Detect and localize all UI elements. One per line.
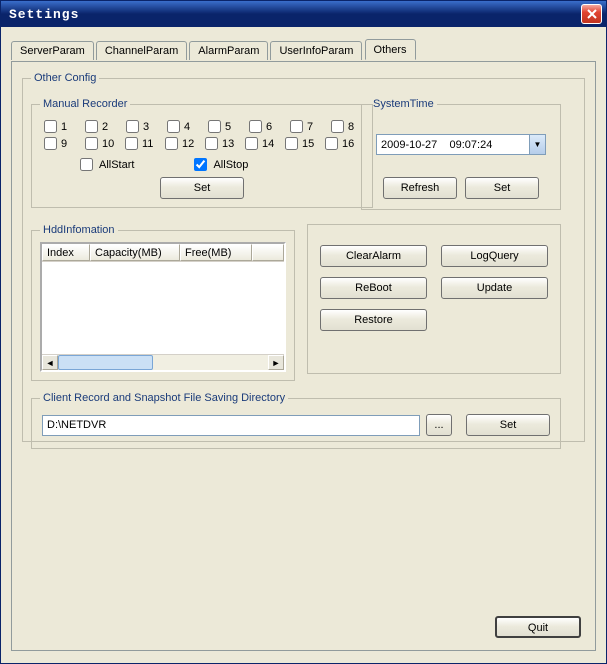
hdd-scrollbar[interactable]: ◄ ► (42, 354, 284, 370)
channel-5: 5 (208, 120, 241, 133)
legend-other-config: Other Config (31, 72, 99, 84)
hdd-col-blank (252, 244, 284, 261)
channel-15: 15 (285, 137, 317, 150)
channel-12: 12 (165, 137, 197, 150)
window-content: ServerParam ChannelParam AlarmParam User… (1, 27, 606, 663)
channel-10-checkbox[interactable] (85, 137, 98, 150)
hdd-col-index[interactable]: Index (42, 244, 90, 261)
allstop: AllStop (194, 158, 248, 171)
hdd-table: Index Capacity(MB) Free(MB) ◄ ► (40, 242, 286, 372)
tab-others[interactable]: Others (365, 39, 416, 60)
channel-1: 1 (44, 120, 77, 133)
group-actions: ClearAlarm LogQuery ReBoot Update Restor… (307, 224, 561, 374)
tab-channelparam[interactable]: ChannelParam (96, 41, 187, 60)
scroll-thumb[interactable] (58, 355, 153, 370)
scroll-track[interactable] (58, 355, 268, 370)
tab-userinfoparam[interactable]: UserInfoParam (270, 41, 362, 60)
browse-button[interactable]: ... (426, 414, 452, 436)
tab-page-others: Other Config Manual Recorder 1 2 3 4 5 6… (11, 61, 596, 651)
close-icon[interactable] (581, 4, 602, 24)
quit-button[interactable]: Quit (495, 616, 581, 638)
group-system-time: SystemTime ▼ Refresh Set (361, 98, 561, 210)
channel-14: 14 (245, 137, 277, 150)
channel-2-checkbox[interactable] (85, 120, 98, 133)
channel-9-checkbox[interactable] (44, 137, 57, 150)
group-hdd-info: HddInfomation Index Capacity(MB) Free(MB… (31, 224, 295, 381)
manual-set-button[interactable]: Set (160, 177, 244, 199)
channel-8-checkbox[interactable] (331, 120, 344, 133)
legend-manual-recorder: Manual Recorder (40, 98, 130, 110)
systime-set-button[interactable]: Set (465, 177, 539, 199)
save-dir-input[interactable] (42, 415, 420, 436)
channel-10: 10 (85, 137, 117, 150)
tab-alarmparam[interactable]: AlarmParam (189, 41, 268, 60)
channel-11-checkbox[interactable] (125, 137, 138, 150)
chevron-down-icon[interactable]: ▼ (529, 134, 546, 155)
legend-system-time: SystemTime (370, 98, 437, 110)
channel-9: 9 (44, 137, 77, 150)
title-bar[interactable]: Settings (1, 1, 606, 27)
allstart-checkbox[interactable] (80, 158, 93, 171)
hdd-col-capacity[interactable]: Capacity(MB) (90, 244, 180, 261)
clear-alarm-button[interactable]: ClearAlarm (320, 245, 427, 267)
channel-8: 8 (331, 120, 364, 133)
scroll-left-icon[interactable]: ◄ (42, 355, 58, 370)
channel-7: 7 (290, 120, 323, 133)
channel-4: 4 (167, 120, 200, 133)
group-other-config: Other Config Manual Recorder 1 2 3 4 5 6… (22, 72, 585, 442)
channel-4-checkbox[interactable] (167, 120, 180, 133)
channel-13: 13 (205, 137, 237, 150)
channel-row-2: 9 10 11 12 13 14 15 16 (44, 137, 364, 150)
tab-serverparam[interactable]: ServerParam (11, 41, 94, 60)
allstart: AllStart (80, 158, 134, 171)
legend-hdd: HddInfomation (40, 224, 118, 236)
channel-row-1: 1 2 3 4 5 6 7 8 (44, 120, 364, 133)
system-time-combo: ▼ (376, 134, 546, 155)
channel-1-checkbox[interactable] (44, 120, 57, 133)
group-manual-recorder: Manual Recorder 1 2 3 4 5 6 7 8 9 10 (31, 98, 373, 208)
channel-15-checkbox[interactable] (285, 137, 298, 150)
restore-button[interactable]: Restore (320, 309, 427, 331)
channel-16: 16 (325, 137, 357, 150)
refresh-button[interactable]: Refresh (383, 177, 457, 199)
channel-3: 3 (126, 120, 159, 133)
scroll-right-icon[interactable]: ► (268, 355, 284, 370)
group-save-dir: Client Record and Snapshot File Saving D… (31, 392, 561, 449)
tab-strip: ServerParam ChannelParam AlarmParam User… (11, 39, 596, 61)
savedir-set-button[interactable]: Set (466, 414, 550, 436)
channel-13-checkbox[interactable] (205, 137, 218, 150)
channel-7-checkbox[interactable] (290, 120, 303, 133)
settings-window: Settings ServerParam ChannelParam AlarmP… (0, 0, 607, 664)
all-row: AllStart AllStop (80, 158, 364, 171)
channel-6: 6 (249, 120, 282, 133)
update-button[interactable]: Update (441, 277, 548, 299)
channel-6-checkbox[interactable] (249, 120, 262, 133)
reboot-button[interactable]: ReBoot (320, 277, 427, 299)
system-time-input[interactable] (376, 134, 529, 155)
hdd-table-header: Index Capacity(MB) Free(MB) (42, 244, 284, 262)
channel-16-checkbox[interactable] (325, 137, 338, 150)
channel-12-checkbox[interactable] (165, 137, 178, 150)
allstop-checkbox[interactable] (194, 158, 207, 171)
channel-2: 2 (85, 120, 118, 133)
channel-3-checkbox[interactable] (126, 120, 139, 133)
channel-5-checkbox[interactable] (208, 120, 221, 133)
channel-11: 11 (125, 137, 157, 150)
channel-14-checkbox[interactable] (245, 137, 258, 150)
legend-save-dir: Client Record and Snapshot File Saving D… (40, 392, 288, 404)
log-query-button[interactable]: LogQuery (441, 245, 548, 267)
hdd-col-free[interactable]: Free(MB) (180, 244, 252, 261)
window-title: Settings (5, 7, 79, 22)
